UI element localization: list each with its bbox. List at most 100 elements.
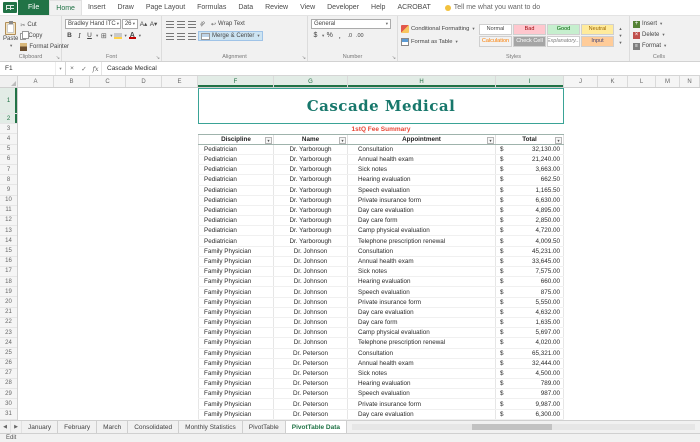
cell-discipline[interactable]: Family Physician [198, 379, 274, 389]
gallery-down-icon[interactable]: ▼ [619, 33, 623, 38]
cell-style-input[interactable]: Input [581, 35, 614, 47]
row-header[interactable]: 27 [0, 369, 17, 379]
cell-discipline[interactable]: Family Physician [198, 389, 274, 399]
row-header[interactable]: 18 [0, 277, 17, 288]
row-header[interactable]: 19 [0, 287, 17, 298]
cell-discipline[interactable]: Pediatrician [198, 216, 274, 226]
align-middle-button[interactable] [176, 20, 185, 29]
font-name-combo[interactable]: Bradley Hand ITC ▾ [65, 19, 121, 29]
cell-total[interactable]: $ 4,895.00 [496, 205, 564, 216]
cell-total[interactable]: $ 9,987.00 [496, 399, 564, 409]
cell-name[interactable]: Dr. Yarborough [274, 165, 348, 175]
column-header[interactable]: H [348, 76, 496, 87]
row-header[interactable]: 23 [0, 328, 17, 339]
row-header[interactable]: 13 [0, 226, 17, 237]
cell-total[interactable]: $ 987.00 [496, 389, 564, 399]
cell-appointment[interactable]: Telephone prescription renewal [348, 338, 496, 348]
row-header[interactable]: 15 [0, 246, 17, 257]
cell-style-bad[interactable]: Bad [513, 23, 546, 35]
cell-total[interactable]: $ 3,663.00 [496, 165, 564, 175]
sheet-tab-february[interactable]: February [58, 421, 98, 433]
ribbon-tab-data[interactable]: Data [232, 0, 259, 15]
insert-cells-button[interactable]: Insert ▾ [633, 20, 685, 29]
column-header[interactable]: C [90, 76, 126, 87]
cell-name[interactable]: Dr. Johnson [274, 328, 348, 338]
cell-name[interactable]: Dr. Peterson [274, 368, 348, 379]
ribbon-tab-acrobat[interactable]: ACROBAT [391, 0, 436, 15]
cell-discipline[interactable]: Family Physician [198, 358, 274, 368]
select-all-corner[interactable] [0, 76, 18, 87]
cell-appointment[interactable]: Hearing evaluation [348, 379, 496, 389]
row-header[interactable]: 22 [0, 318, 17, 328]
cell-appointment[interactable]: Sick notes [348, 267, 496, 277]
formula-input[interactable]: Cascade Medical [102, 62, 700, 75]
cell-name[interactable]: Dr. Peterson [274, 358, 348, 368]
row-header[interactable]: 5 [0, 145, 17, 155]
cell-name[interactable]: Dr. Yarborough [274, 226, 348, 236]
header-discipline[interactable]: Discipline [198, 135, 274, 144]
cell-appointment[interactable]: Annual health exam [348, 154, 496, 165]
cell-discipline[interactable]: Family Physician [198, 399, 274, 409]
table-row[interactable]: Family Physician Dr. Johnson Annual heal… [198, 256, 564, 268]
cell-appointment[interactable]: Day care evaluation [348, 307, 496, 317]
ribbon-tab-file[interactable]: File [18, 0, 50, 15]
format-cells-button[interactable]: Format ▾ [633, 42, 685, 51]
cell-total[interactable]: $ 2,850.00 [496, 216, 564, 226]
cell-discipline[interactable]: Pediatrician [198, 226, 274, 236]
cell-discipline[interactable]: Family Physician [198, 409, 274, 419]
gallery-up-icon[interactable]: ▲ [619, 26, 623, 31]
cell-total[interactable]: $ 5,550.00 [496, 297, 564, 307]
column-header[interactable]: J [564, 76, 598, 87]
cell-discipline[interactable]: Pediatrician [198, 165, 274, 175]
chevron-down-icon[interactable]: ▾ [139, 33, 141, 39]
sheet-tab-pivottable[interactable]: PivotTable [243, 421, 286, 433]
subtitle-cell[interactable]: 1stQ Fee Summary [198, 124, 564, 135]
cell-discipline[interactable]: Family Physician [198, 256, 274, 267]
cell-total[interactable]: $ 6,630.00 [496, 195, 564, 205]
alignment-dialog-launcher-icon[interactable]: ↘ [302, 55, 306, 61]
cell-name[interactable]: Dr. Yarborough [274, 216, 348, 226]
cell-appointment[interactable]: Consultation [348, 348, 496, 358]
row-header[interactable]: 12 [0, 216, 17, 227]
filter-dropdown-icon[interactable] [339, 136, 346, 144]
font-color-button[interactable] [128, 31, 137, 40]
name-box-dropdown-icon[interactable]: ▾ [56, 62, 66, 75]
row-header[interactable]: 11 [0, 206, 17, 216]
cell-discipline[interactable]: Pediatrician [198, 195, 274, 205]
table-row[interactable]: Family Physician Dr. Johnson Private ins… [198, 297, 564, 308]
font-dialog-launcher-icon[interactable]: ↘ [156, 55, 160, 61]
sheet-grid[interactable]: 1 2 3 4 5 6 7 8 9 10 11 12 13 14 15 16 17 18 19 20 21 22 23 24 2… [0, 88, 700, 420]
align-top-button[interactable] [165, 20, 174, 29]
cell-appointment[interactable]: Day care evaluation [348, 409, 496, 419]
table-row[interactable]: Pediatrician Dr. Yarborough Sick notes $… [198, 165, 564, 176]
ribbon-tab-draw[interactable]: Draw [111, 0, 139, 15]
cell-discipline[interactable]: Pediatrician [198, 185, 274, 195]
cell-name[interactable]: Dr. Johnson [274, 277, 348, 287]
row-header[interactable]: 29 [0, 389, 17, 400]
cell-total[interactable]: $ 32,444.00 [496, 358, 564, 368]
cell-style-good[interactable]: Good [547, 23, 580, 35]
sheet-nav-left-icon[interactable] [0, 421, 11, 433]
row-header[interactable]: 2 [0, 114, 17, 125]
table-row[interactable]: Pediatrician Dr. Yarborough Annual healt… [198, 154, 564, 166]
cell-discipline[interactable]: Pediatrician [198, 236, 274, 246]
cell-discipline[interactable]: Pediatrician [198, 154, 274, 165]
comma-style-button[interactable] [335, 31, 344, 40]
cell-appointment[interactable]: Private insurance form [348, 297, 496, 307]
cell-name[interactable]: Dr. Yarborough [274, 154, 348, 165]
name-box[interactable]: F1 [0, 62, 56, 75]
cell-discipline[interactable]: Family Physician [198, 277, 274, 287]
cell-appointment[interactable]: Consultation [348, 144, 496, 154]
cell-style-neutral[interactable]: Neutral [581, 23, 614, 35]
table-row[interactable]: Family Physician Dr. Johnson Day care fo… [198, 317, 564, 329]
row-header[interactable]: 9 [0, 185, 17, 196]
column-header[interactable]: F [198, 76, 274, 87]
font-size-combo[interactable]: 26 ▾ [121, 19, 138, 29]
cell-discipline[interactable]: Family Physician [198, 297, 274, 307]
cell-total[interactable]: $ 4,020.00 [496, 338, 564, 348]
cell-discipline[interactable]: Family Physician [198, 267, 274, 277]
column-header[interactable]: D [126, 76, 162, 87]
ribbon-tab-review[interactable]: Review [259, 0, 294, 15]
cell-total[interactable]: $ 4,632.00 [496, 307, 564, 317]
cell-appointment[interactable]: Hearing evaluation [348, 175, 496, 185]
